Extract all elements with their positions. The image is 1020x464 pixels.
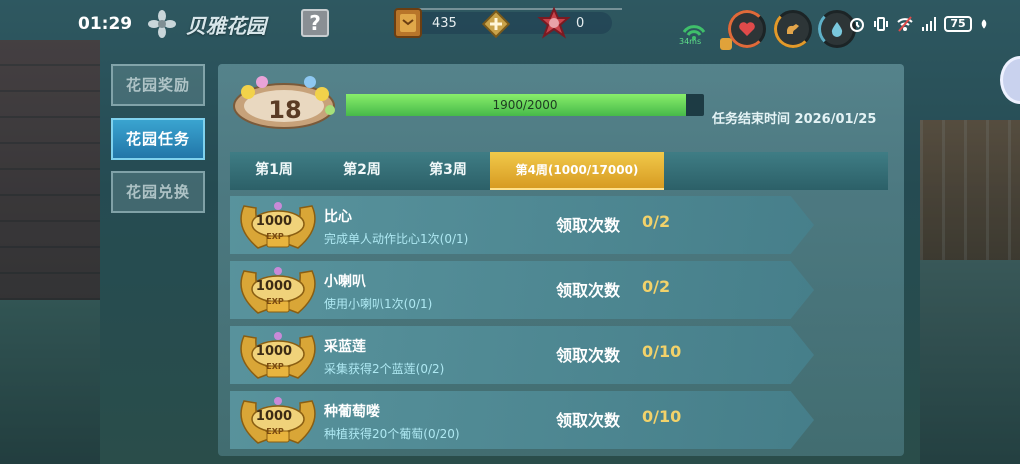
gift-icon: [537, 6, 571, 39]
task-row[interactable]: 1000 EXP 比心 完成单人动作比心1次(0/1) 领取次数 0/2: [230, 196, 814, 254]
strength-stat[interactable]: [774, 10, 812, 48]
flower-icon: [148, 10, 176, 38]
arm-icon: [787, 24, 799, 34]
battery-indicator: 75: [944, 16, 972, 32]
lock-badge: [720, 38, 732, 50]
wifi-icon: [897, 16, 913, 32]
task-row[interactable]: 1000 EXP 种葡萄喽 种植获得20个葡萄(0/20) 领取次数 0/10: [230, 391, 814, 449]
drop-icon: [831, 22, 843, 37]
resource-divider: [402, 8, 622, 10]
task-name: 种葡萄喽: [324, 404, 380, 420]
heart-icon: [739, 22, 755, 36]
garden-level: 18: [268, 96, 302, 124]
leaf-icon: [981, 19, 987, 29]
task-description: 采集获得2个蓝莲(0/2): [324, 362, 445, 376]
cellular-icon: [922, 17, 936, 31]
reward-unit: EXP: [266, 362, 284, 371]
top-bar: 01:29 贝雅花园 ? 435 0 34ms 75: [0, 0, 1020, 50]
health-stat[interactable]: [728, 10, 766, 48]
book-count: 435: [432, 16, 457, 31]
task-description: 使用小喇叭1次(0/1): [324, 297, 433, 311]
task-deadline: 任务结束时间 2026/01/25: [712, 112, 877, 127]
book-icon: [394, 8, 422, 38]
tab-week-1[interactable]: 第1周: [230, 152, 318, 190]
system-tray: 75: [848, 13, 990, 35]
plus-icon[interactable]: [482, 10, 510, 38]
reward-unit: EXP: [266, 232, 284, 241]
week-tabs: 第1周 第2周 第3周 第4周(1000/17000): [230, 152, 888, 190]
status-clock: 01:29: [78, 14, 133, 34]
reward-amount: 1000: [255, 344, 293, 359]
task-row[interactable]: 1000 EXP 小喇叭 使用小喇叭1次(0/1) 领取次数 0/2: [230, 261, 814, 319]
task-name: 采蓝莲: [324, 339, 366, 355]
nav-garden-exchange[interactable]: 花园兑换: [111, 171, 205, 213]
help-button[interactable]: ?: [301, 9, 329, 37]
reward-amount: 1000: [255, 409, 293, 424]
nav-garden-rewards[interactable]: 花园奖励: [111, 64, 205, 106]
claim-count: 0/2: [642, 277, 671, 296]
reward-amount: 1000: [255, 214, 293, 229]
reward-unit: EXP: [266, 297, 284, 306]
tab-week-4[interactable]: 第4周(1000/17000): [490, 152, 664, 190]
claim-label: 领取次数: [556, 411, 621, 430]
task-name: 比心: [324, 209, 352, 225]
task-row[interactable]: 1000 EXP 采蓝莲 采集获得2个蓝莲(0/2) 领取次数 0/10: [230, 326, 814, 384]
reward-unit: EXP: [266, 427, 284, 436]
task-name: 小喇叭: [324, 274, 366, 290]
claim-count: 0/10: [642, 407, 682, 426]
ping-text: 34ms: [679, 37, 702, 46]
claim-label: 领取次数: [556, 281, 621, 300]
claim-count: 0/2: [642, 212, 671, 231]
gift-count: 0: [576, 16, 585, 31]
claim-label: 领取次数: [556, 216, 621, 235]
task-description: 种植获得20个葡萄(0/20): [324, 427, 460, 441]
nav-garden-tasks[interactable]: 花园任务: [111, 118, 205, 160]
progress-text: 1900/2000: [492, 98, 558, 112]
alarm-icon: [850, 18, 864, 32]
vibrate-icon: [874, 17, 888, 31]
reward-amount: 1000: [255, 279, 293, 294]
claim-count: 0/10: [642, 342, 682, 361]
tab-week-3[interactable]: 第3周: [406, 152, 490, 190]
claim-label: 领取次数: [556, 346, 621, 365]
progress-bar: 1900/2000: [346, 94, 704, 116]
tab-week-2[interactable]: 第2周: [318, 152, 406, 190]
page-title: 贝雅花园: [186, 14, 266, 38]
task-description: 完成单人动作比心1次(0/1): [324, 232, 469, 246]
